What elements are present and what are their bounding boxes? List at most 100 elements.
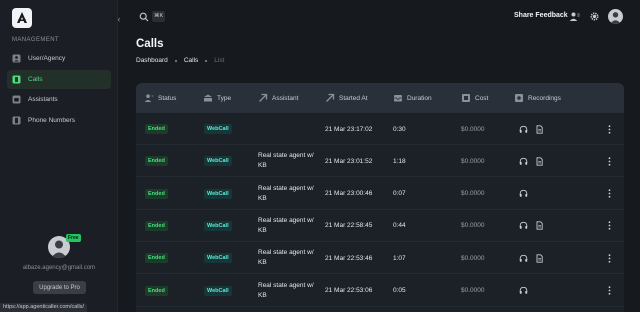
assistant-cell — [258, 113, 318, 145]
type-cell: WebCall — [204, 275, 232, 307]
type-cell: WebCall — [204, 210, 232, 242]
more-vertical-icon — [608, 189, 610, 198]
column-label: Recordings — [528, 94, 561, 102]
headphones-icon[interactable] — [519, 189, 528, 198]
duration-cell: 0:44 — [393, 222, 406, 230]
duration-cell: 0:30 — [393, 125, 406, 133]
column-type[interactable]: Type — [203, 83, 231, 113]
column-recordings[interactable]: Recordings — [514, 83, 561, 113]
sidebar-item-phone-numbers[interactable]: Phone Numbers — [7, 111, 111, 130]
breadcrumb: Dashboard Calls List — [136, 57, 224, 64]
table-header: Status Type Assistant Started At Duratio… — [136, 83, 624, 113]
document-icon[interactable] — [535, 221, 544, 231]
row-actions-button[interactable] — [606, 210, 612, 242]
column-duration[interactable]: Duration — [393, 83, 432, 113]
contacts-icon[interactable] — [569, 11, 580, 22]
status-bar-url: https://app.agenticaller.com/calls/ — [0, 303, 88, 312]
recordings-cell — [519, 242, 551, 274]
row-actions-button[interactable] — [606, 242, 612, 274]
sidebar-item-user-agency[interactable]: User/Agency — [7, 49, 111, 68]
sidebar-item-label: Assistants — [28, 96, 58, 103]
search-icon[interactable] — [139, 12, 149, 22]
share-feedback-button[interactable]: Share Feedback — [514, 12, 568, 19]
breadcrumb-list: List — [214, 57, 225, 64]
plan-badge: Free — [66, 234, 81, 242]
assistant-name[interactable]: Real state agent w/ KB — [258, 248, 318, 268]
document-icon[interactable] — [535, 254, 544, 263]
table-row[interactable]: Ended WebCall 21 Mar 23:17:02 0:30 $0.0000 — [136, 113, 624, 145]
upgrade-button[interactable]: Upgrade to Pro — [33, 281, 86, 294]
row-actions-button[interactable] — [606, 113, 612, 145]
headphones-icon[interactable] — [519, 125, 528, 134]
started-at-cell: 21 Mar 23:01:52 — [325, 157, 373, 165]
sidebar-nav: User/Agency Calls Assistants Phone Numbe… — [7, 49, 111, 131]
assistant-name[interactable]: Real state agent w/ KB — [258, 184, 318, 204]
sidebar-item-calls[interactable]: Calls — [7, 69, 111, 89]
table-row[interactable]: Ended WebCall Real state agent w/ KB 21 Mar… — [136, 210, 624, 242]
status-cell: Ended — [145, 178, 168, 210]
breadcrumb-calls[interactable]: Calls — [184, 57, 198, 64]
document-icon[interactable] — [535, 157, 544, 166]
user-avatar[interactable] — [608, 9, 623, 24]
table-row[interactable]: Ended WebCall Real state agent w/ KB 21 Mar… — [136, 242, 624, 275]
row-actions-button[interactable] — [606, 145, 612, 177]
assistant-name[interactable]: Real state agent w/ KB — [258, 216, 318, 236]
sidebar-item-assistants[interactable]: Assistants — [7, 90, 111, 109]
assistant-name[interactable]: Real state agent w/ KB — [258, 151, 318, 171]
section-label-management: MANAGEMENT — [12, 37, 60, 43]
column-label: Started At — [339, 94, 368, 102]
more-vertical-icon — [608, 253, 610, 263]
profile-email: albaze.agency@gmail.com — [22, 265, 96, 271]
status-cell: Ended — [145, 145, 168, 177]
calls-table: Status Type Assistant Started At Duratio… — [136, 83, 624, 312]
settings-icon[interactable] — [589, 11, 600, 22]
recordings-column-icon — [515, 94, 523, 102]
table-row[interactable]: Ended WebCall Real state agent w/ KB 21 Mar… — [136, 275, 624, 307]
column-assistant[interactable]: Assistant — [258, 83, 298, 113]
column-cost[interactable]: Cost — [461, 83, 488, 113]
headphones-icon[interactable] — [519, 254, 528, 263]
type-badge: WebCall — [204, 253, 232, 264]
type-cell: WebCall — [204, 178, 232, 210]
status-cell: Ended — [145, 210, 168, 242]
cost-cell: $0.0000 — [461, 254, 485, 262]
table-row[interactable]: Ended WebCall Real state agent w/ KB 21 Mar… — [136, 178, 624, 210]
started-at-cell: 21 Mar 23:17:02 — [325, 125, 373, 133]
headphones-icon[interactable] — [519, 286, 528, 295]
document-icon[interactable] — [535, 124, 544, 134]
column-status[interactable]: Status — [144, 83, 176, 113]
user-square-icon — [12, 54, 21, 63]
assistant-cell: Real state agent w/ KB — [258, 275, 318, 307]
app-logo[interactable] — [12, 8, 32, 28]
inbox-icon — [394, 95, 402, 102]
table-row[interactable]: Ended WebCall Real state agent w/ KB 21 Mar… — [136, 145, 624, 178]
breadcrumb-dashboard[interactable]: Dashboard — [136, 57, 168, 64]
headphones-icon[interactable] — [519, 221, 528, 230]
cost-cell: $0.0000 — [461, 287, 485, 294]
more-vertical-icon — [608, 124, 610, 134]
collapse-sidebar-icon[interactable]: ‹ — [114, 12, 124, 26]
type-badge: WebCall — [204, 188, 232, 199]
cost-column-icon — [462, 94, 470, 102]
type-cell: WebCall — [204, 242, 232, 274]
sidebar-item-label: Calls — [28, 75, 43, 83]
arrow-up-right-icon — [326, 93, 335, 102]
type-badge: WebCall — [204, 156, 232, 167]
column-label: Status — [158, 94, 177, 102]
status-badge: Ended — [145, 188, 168, 199]
status-badge: Ended — [145, 285, 168, 296]
page-title: Calls — [136, 38, 164, 50]
headphones-icon[interactable] — [519, 157, 528, 166]
recordings-cell — [519, 178, 535, 210]
duration-cell: 1:18 — [393, 157, 406, 165]
status-badge: Ended — [145, 124, 168, 134]
row-actions-button[interactable] — [606, 178, 612, 210]
type-badge: WebCall — [204, 285, 232, 296]
status-cell: Ended — [145, 242, 168, 274]
duration-cell: 0:05 — [393, 287, 406, 294]
arrow-up-right-icon — [259, 93, 268, 102]
more-vertical-icon — [608, 157, 610, 166]
column-started-at[interactable]: Started At — [325, 83, 368, 113]
assistant-name[interactable]: Real state agent w/ KB — [258, 281, 318, 301]
row-actions-button[interactable] — [606, 275, 612, 307]
